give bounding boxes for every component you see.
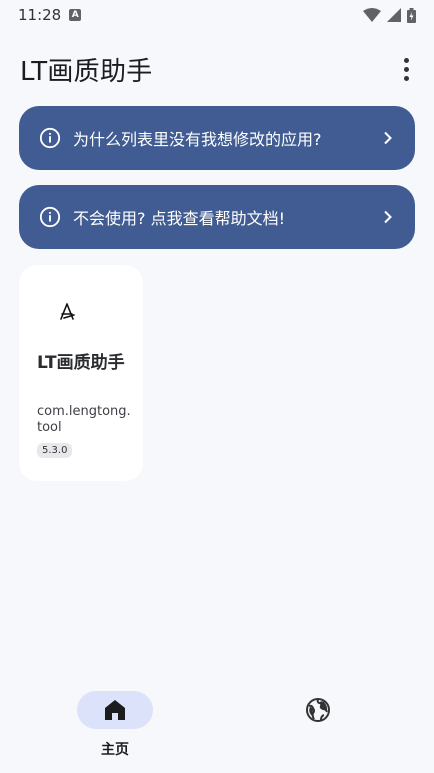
nav-home-button[interactable] [77,691,153,729]
chevron-right-icon [384,131,392,145]
app-package-name: com.lengtong.tool [37,404,131,435]
banner-help-docs[interactable]: 不会使用? 点我查看帮助文档! [19,185,415,249]
nav-home-label: 主页 [101,742,129,758]
banner-missing-app[interactable]: 为什么列表里没有我想修改的应用? [19,106,415,170]
app-bar: LT画质助手 [0,46,434,92]
home-icon [105,700,125,720]
info-icon [39,206,61,228]
page-title: LT画质助手 [20,56,153,87]
more-options-button[interactable] [392,54,420,84]
banner-text: 不会使用? 点我查看帮助文档! [73,209,285,228]
wifi-icon [363,8,381,22]
more-vert-icon [403,57,409,63]
status-time: 11:28 [18,6,62,24]
chevron-right-icon [384,210,392,224]
globe-icon [306,698,330,722]
app-card[interactable]: LT画质助手 com.lengtong.tool 5.3.0 [19,265,143,481]
app-logo-icon [60,303,75,320]
app-name: LT画质助手 [37,353,125,373]
banner-text: 为什么列表里没有我想修改的应用? [73,130,322,149]
battery-icon [407,7,416,23]
version-badge: 5.3.0 [37,443,73,458]
nav-web-button[interactable] [280,691,356,729]
signal-icon [387,8,401,22]
a-notification-icon: A [69,9,82,21]
info-icon [39,127,61,149]
bottom-navigation: 主页 [0,680,434,773]
status-bar: 11:28 A [0,0,434,30]
